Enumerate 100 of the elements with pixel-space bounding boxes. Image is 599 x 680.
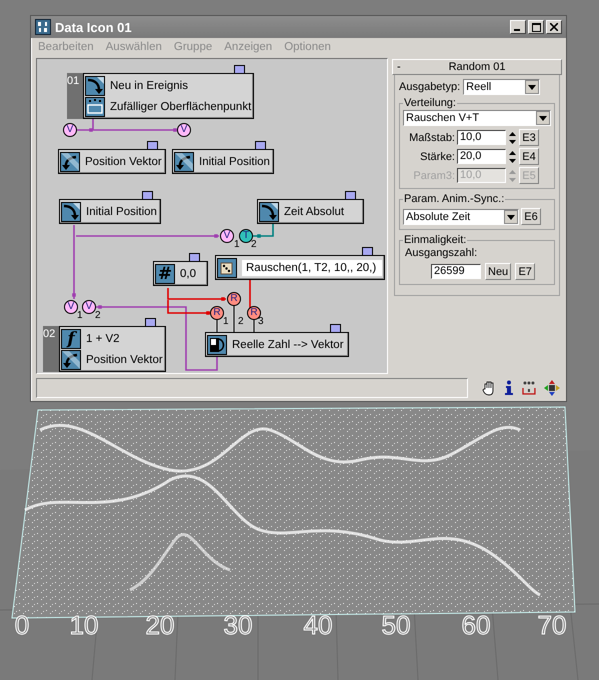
- group-title: Verteilung:: [403, 97, 457, 109]
- operator-node[interactable]: f 1 + V2 Position Vektor: [59, 326, 166, 372]
- rollout-header[interactable]: - Random 01: [392, 59, 562, 75]
- operator-node[interactable]: Position Vektor: [58, 149, 166, 174]
- port-circle[interactable]: R: [227, 292, 241, 306]
- expression-button[interactable]: E7: [515, 263, 536, 280]
- maximize-icon: [532, 22, 540, 32]
- operator-node[interactable]: Neu in Ereignis Zufälliger Oberflächenpunkt: [83, 73, 254, 119]
- port-circle[interactable]: R: [247, 306, 261, 320]
- axis-label: 30: [224, 612, 252, 638]
- operator-node[interactable]: Rauschen(1, T2, 10,, 20,): [215, 255, 386, 280]
- number-field[interactable]: 10,0: [457, 130, 506, 145]
- port-number: 2: [95, 311, 101, 321]
- binary-icon: [35, 19, 51, 35]
- port-number: 1: [77, 311, 83, 321]
- port-circle[interactable]: V: [177, 123, 191, 137]
- operator-node[interactable]: Initial Position: [59, 199, 161, 224]
- convert-icon: [207, 334, 227, 354]
- event-tag: 01: [67, 73, 83, 119]
- port-number: 3: [258, 317, 264, 327]
- axis-label: 20: [146, 612, 174, 638]
- group-title: Einmaligkeit:: [403, 234, 468, 246]
- field-label: Ausgabetyp:: [399, 81, 460, 93]
- spinner-icon[interactable]: [508, 130, 517, 146]
- axis-label: 60: [462, 612, 490, 638]
- curved-arrow-icon: [60, 152, 80, 172]
- port-circle[interactable]: V: [220, 229, 234, 243]
- group-title: Param. Anim.-Sync.:: [403, 193, 506, 205]
- port-icon[interactable]: [142, 191, 153, 200]
- node-label: Reelle Zahl --> Vektor: [232, 338, 344, 350]
- dropdown[interactable]: Absolute Zeit: [403, 208, 519, 224]
- port-circle[interactable]: V: [82, 300, 96, 314]
- expression-button[interactable]: E6: [521, 208, 541, 225]
- node-label: 0,0: [180, 268, 196, 280]
- close-button[interactable]: [546, 20, 562, 34]
- wire: [252, 318, 256, 334]
- port-icon[interactable]: [147, 141, 158, 150]
- axis-label: 50: [382, 612, 410, 638]
- minimize-button[interactable]: [510, 20, 526, 34]
- port-icon[interactable]: [189, 253, 200, 262]
- dropdown[interactable]: Reell: [463, 79, 540, 95]
- curved-arrow-icon: [174, 152, 194, 172]
- dice-icon: [217, 258, 237, 278]
- field-label: Maßstab:: [408, 132, 455, 144]
- axis-label: 10: [70, 612, 98, 638]
- node-label: Position Vektor: [85, 156, 162, 168]
- expression-button[interactable]: E3: [519, 129, 539, 146]
- operator-node[interactable]: Zeit Absolut: [257, 199, 364, 224]
- port-number: 2: [238, 317, 244, 327]
- maximize-button[interactable]: [528, 20, 544, 34]
- axis-label: 70: [538, 612, 566, 638]
- port-icon[interactable]: [255, 141, 266, 150]
- window-title: Data Icon 01: [55, 20, 133, 34]
- port-number: 2: [251, 240, 257, 250]
- node-label: Rauschen(1, T2, 10,, 20,): [242, 260, 382, 276]
- info-icon[interactable]: [504, 380, 514, 396]
- move-icon[interactable]: [544, 380, 560, 396]
- port-circle[interactable]: V: [63, 123, 77, 137]
- wire: [166, 288, 226, 301]
- operator-node[interactable]: Initial Position: [172, 149, 274, 174]
- port-icon[interactable]: [362, 247, 373, 256]
- symbol-icon: f: [61, 328, 81, 348]
- operator-node[interactable]: # 0,0: [153, 261, 208, 286]
- port-circle[interactable]: T: [239, 229, 253, 243]
- axis-label: 40: [304, 612, 332, 638]
- port-number: 1: [223, 317, 229, 327]
- new-seed-button[interactable]: Neu: [485, 263, 512, 280]
- operator-node[interactable]: Reelle Zahl --> Vektor: [205, 332, 349, 357]
- spinner-icon[interactable]: [508, 148, 517, 164]
- collapse-toggle[interactable]: -: [397, 61, 417, 73]
- panel-icon: [85, 96, 105, 116]
- node-label: Position Vektor: [86, 354, 163, 366]
- dropdown[interactable]: Rauschen V+T: [403, 110, 551, 126]
- numbering-icon[interactable]: [521, 380, 538, 396]
- wire: [251, 221, 275, 238]
- node-label: 1 + V2: [86, 332, 120, 344]
- seed-field[interactable]: 26599: [431, 264, 481, 279]
- port-icon[interactable]: [330, 324, 341, 333]
- port-icon[interactable]: [145, 318, 156, 327]
- port-circle[interactable]: R: [210, 306, 224, 320]
- wire: [232, 304, 236, 334]
- curved-arrow-icon: [61, 350, 81, 370]
- field-label: Stärke:: [419, 150, 455, 162]
- port-circle[interactable]: V: [64, 300, 78, 314]
- rollout-title: Random 01: [448, 61, 506, 73]
- axis-label: 0: [14, 612, 30, 638]
- node-label: Initial Position: [199, 156, 270, 168]
- expression-button[interactable]: E4: [519, 148, 539, 165]
- port-icon[interactable]: [345, 191, 356, 200]
- node-label: Initial Position: [86, 206, 157, 218]
- event-tag: 02: [43, 326, 59, 372]
- number-field[interactable]: 20,0: [457, 149, 506, 164]
- port-icon[interactable]: [234, 65, 245, 74]
- port-number: 1: [234, 240, 240, 250]
- symbol-icon: #: [155, 264, 175, 284]
- field-label: Ausgangszahl:: [405, 247, 478, 259]
- node-label: Zeit Absolut: [284, 206, 344, 218]
- node-label: Zufälliger Oberflächenpunkt: [110, 100, 252, 112]
- node-label: Neu in Ereignis: [110, 80, 188, 92]
- close-icon: [550, 23, 558, 31]
